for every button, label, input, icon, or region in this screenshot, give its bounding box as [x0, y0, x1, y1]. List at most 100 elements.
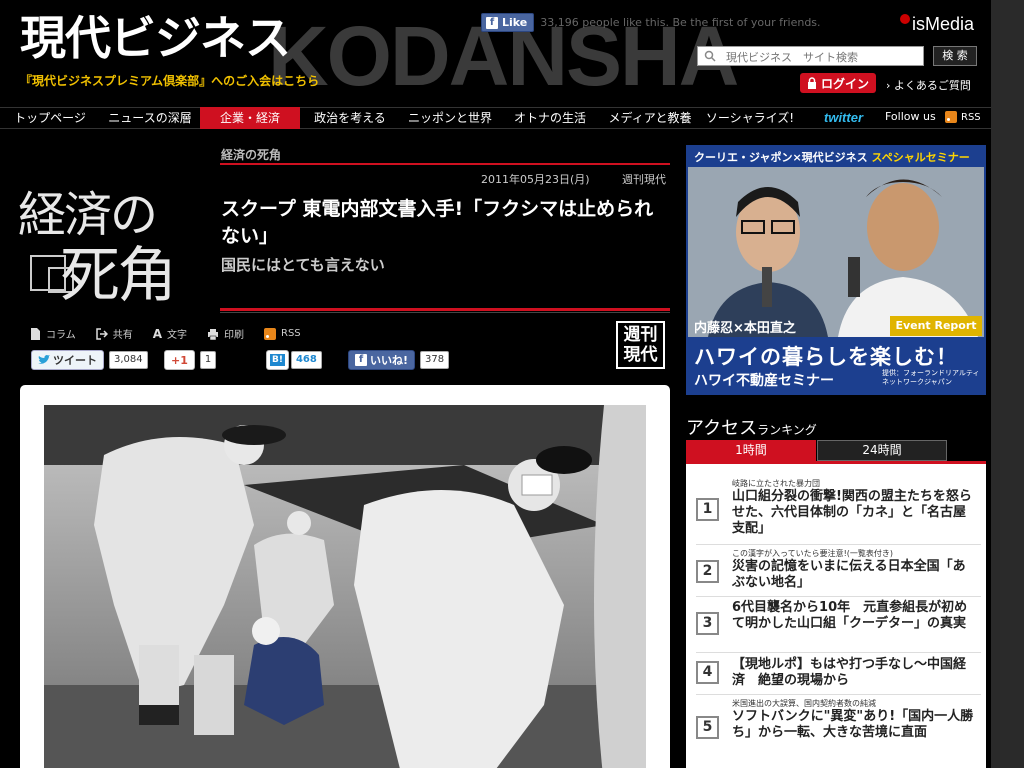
- ad-speaker-names: 内藤忍×本田直之: [694, 321, 796, 336]
- ad-event-report-badge: Event Report: [890, 316, 982, 336]
- hatena-icon: B!: [270, 354, 285, 366]
- ranking-title-main: アクセス: [686, 418, 758, 439]
- divider: [696, 694, 981, 695]
- tweet-count: 3,084: [109, 351, 148, 369]
- document-icon: [31, 327, 40, 340]
- ismedia-label: isMedia: [912, 14, 975, 34]
- follow-us-link[interactable]: Follow us: [885, 110, 936, 123]
- article-tools: コラム 共有 A 文字 印刷 RSS: [30, 326, 301, 341]
- article-photo: [44, 405, 646, 768]
- rank-title[interactable]: 災害の記憶をいまに伝える日本全国「あぶない地名」: [732, 559, 978, 591]
- tweet-label: ツイート: [53, 354, 97, 367]
- facebook-like-button[interactable]: f Like: [481, 13, 535, 32]
- ranking-tab-1hour[interactable]: 1時間: [686, 440, 816, 461]
- nav-item-politics[interactable]: 政治を考える: [300, 107, 400, 129]
- tool-share[interactable]: 共有: [95, 326, 133, 341]
- nav-item-world[interactable]: ニッポンと世界: [400, 107, 500, 129]
- divider: [220, 312, 670, 313]
- rss-link[interactable]: RSS: [945, 111, 981, 123]
- speakers-image: [688, 167, 984, 337]
- rss-icon: [264, 327, 276, 340]
- rss-label: RSS: [961, 111, 981, 123]
- ad-headline: ハワイの暮らしを楽しむ！: [694, 345, 958, 369]
- shukan-gendai-logo[interactable]: 週刊現代: [616, 321, 665, 369]
- hatena-count: 468: [290, 351, 322, 369]
- rank-title[interactable]: ソフトバンクに"異変"あり!「国内一人勝ち」から一転、大きな苦境に直面: [732, 709, 978, 741]
- tweet-widget: ツイート 3,084: [31, 350, 148, 370]
- nav-item-life[interactable]: オトナの生活: [500, 107, 600, 129]
- tool-print-label: 印刷: [224, 330, 244, 341]
- rank-number: 2: [696, 560, 719, 583]
- divider: [696, 652, 981, 653]
- rss-icon: [945, 111, 957, 123]
- ranking-title: アクセスランキング: [686, 414, 817, 440]
- facebook-share-widget: f いいね! 378: [348, 350, 450, 370]
- series-logo[interactable]: 経済の 死角: [18, 175, 193, 311]
- ranking-list: 1 岐路に立たされた暴力団 山口組分裂の衝撃!関西の盟主たちを怒らせた、六代目体…: [686, 464, 986, 768]
- facebook-like-widget: f Like 33,196 people like this. Be the f…: [481, 13, 821, 32]
- tweet-button[interactable]: ツイート: [31, 350, 104, 370]
- rank-teaser: 岐路に立たされた暴力団: [732, 479, 820, 488]
- nav-item-business[interactable]: 企業・経済: [200, 107, 300, 129]
- article-title: スクープ 東電内部文書入手!「フクシマは止められない」: [221, 198, 654, 247]
- rank-title[interactable]: 山口組分裂の衝撃!関西の盟主たちを怒らせた、六代目体制の「カネ」と「名古屋支配」: [732, 489, 978, 537]
- rank-teaser: 米国進出の大誤算、国内契約者数の純減: [732, 699, 876, 708]
- tool-fontsize-label: 文字: [167, 330, 187, 341]
- article-date: 2011年05月23日(月): [481, 173, 590, 186]
- tool-rss[interactable]: RSS: [264, 327, 301, 340]
- premium-club-link[interactable]: 『現代ビジネスプレミアム倶楽部』へのご入会はこちら: [20, 72, 319, 89]
- tool-fontsize[interactable]: A 文字: [152, 326, 187, 342]
- site-search-input[interactable]: [697, 46, 924, 66]
- hatena-widget: B! 468: [266, 350, 322, 370]
- login-label: ログイン: [820, 76, 869, 91]
- gplus-widget: +1 1: [164, 350, 217, 370]
- facebook-like-count-text: 33,196 people like this. Be the first of…: [540, 16, 821, 29]
- tool-print[interactable]: 印刷: [207, 326, 244, 341]
- faq-link[interactable]: › よくあるご質問: [886, 77, 971, 93]
- lock-icon: [807, 77, 816, 89]
- facebook-icon: f: [355, 354, 367, 366]
- gplus-count: 1: [199, 351, 217, 369]
- divider: [696, 596, 981, 597]
- ad-header-highlight: スペシャルセミナー: [871, 151, 970, 164]
- ismedia-icon: [900, 14, 910, 24]
- ad-sponsor: 提供：フォーランドリアルティ ネットワークジャパン: [882, 369, 980, 386]
- rank-number: 1: [696, 498, 719, 521]
- nav-item-media[interactable]: メディアと教養: [600, 107, 700, 129]
- ad-header: クーリエ・ジャポン×現代ビジネス スペシャルセミナー: [686, 145, 986, 167]
- search-icon: [704, 50, 716, 62]
- site-header: KODANSHA 現代ビジネス 『現代ビジネスプレミアム倶楽部』へのご入会はこち…: [0, 0, 991, 105]
- series-logo-line2: 死角: [60, 241, 177, 311]
- facebook-share-button[interactable]: f いいね!: [348, 350, 416, 370]
- facebook-icon: f: [486, 16, 498, 29]
- share-icon: [95, 327, 108, 340]
- rank-title[interactable]: 6代目襲名から10年 元直参組長が初めて明かした山口組「クーデター」の真実: [732, 600, 978, 632]
- facebook-like-label: Like: [502, 16, 528, 29]
- ranking-tab-24hours[interactable]: 24時間: [817, 440, 947, 461]
- ismedia-logo[interactable]: isMedia: [900, 14, 974, 35]
- tool-share-label: 共有: [112, 330, 133, 341]
- tool-column[interactable]: コラム: [30, 326, 76, 341]
- rank-number: 4: [696, 661, 719, 684]
- article-category[interactable]: 経済の死角: [221, 146, 281, 163]
- nav-item-socialize[interactable]: ソーシャライズ!: [700, 107, 800, 129]
- rank-number: 5: [696, 716, 719, 739]
- divider: [220, 308, 670, 311]
- window-edge: [991, 0, 1024, 768]
- article-subtitle: 国民にはとても言えない: [221, 256, 385, 274]
- rank-title[interactable]: 【現地ルポ】もはや打つ手なし〜中国経済 絶望の現場から: [732, 657, 978, 689]
- hatena-bookmark-button[interactable]: B!: [266, 350, 289, 370]
- seminar-ad-banner[interactable]: クーリエ・ジャポン×現代ビジネス スペシャルセミナー 内藤忍×本田直之 Even…: [686, 145, 986, 395]
- search-button[interactable]: 検 索: [933, 46, 977, 66]
- nav-item-news[interactable]: ニュースの深層: [100, 107, 200, 129]
- twitter-logo[interactable]: twitter: [824, 110, 863, 125]
- login-button[interactable]: ログイン: [800, 73, 876, 93]
- ranking-title-small: ランキング: [757, 423, 817, 437]
- font-size-icon: A: [152, 326, 162, 341]
- tool-rss-label: RSS: [281, 328, 301, 339]
- gplus-button[interactable]: +1: [164, 350, 195, 370]
- nav-item-top[interactable]: トップページ: [0, 107, 100, 129]
- twitter-bird-icon: [38, 355, 50, 364]
- article-source: 週刊現代: [622, 173, 666, 186]
- site-logo[interactable]: 現代ビジネス: [20, 8, 291, 68]
